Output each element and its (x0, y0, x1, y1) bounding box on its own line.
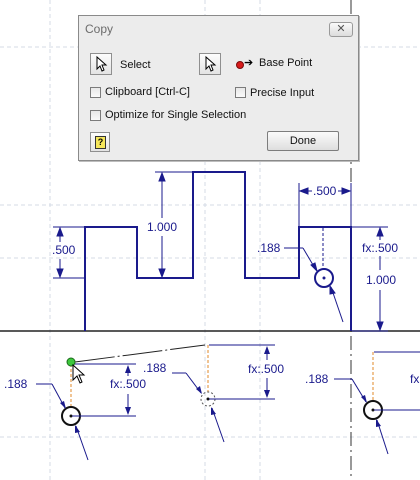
help-button[interactable]: ? (90, 132, 110, 152)
close-button[interactable]: ✕ (329, 22, 353, 37)
dim-text-fx500-lower-left[interactable]: fx:.500 (110, 377, 146, 391)
dim-text-188-upper[interactable]: .188 (257, 241, 281, 255)
base-point-arrow-icon: ➔ (244, 57, 254, 69)
dim-text-188-lower-left[interactable]: .188 (4, 377, 28, 391)
dim-text-500-left[interactable]: .500 (52, 243, 76, 257)
select-button[interactable] (90, 53, 112, 75)
help-icon: ? (95, 136, 106, 149)
preview-copy-right[interactable] (334, 351, 420, 455)
dialog-title: Copy (85, 22, 114, 36)
base-point-red-dot-icon (236, 61, 244, 69)
dim-text-188-lower-mid[interactable]: .188 (143, 361, 167, 375)
dim-text-188-lower-right[interactable]: .188 (305, 372, 329, 386)
dim-text-500-top-right[interactable]: .500 (313, 184, 337, 198)
select-label: Select (120, 59, 151, 71)
dim-text-fx-clipped[interactable]: fx (410, 372, 419, 386)
close-x-icon: ✕ (336, 23, 346, 35)
precise-input-checkbox[interactable] (235, 87, 246, 98)
clipboard-label[interactable]: Clipboard [Ctrl-C] (105, 86, 190, 98)
sketch-profile[interactable] (84, 171, 352, 331)
dim-text-fx500-right[interactable]: fx:.500 (362, 241, 398, 255)
dialog-title-bar[interactable]: Copy ✕ (79, 16, 358, 42)
hole-center-upper (322, 276, 326, 280)
precise-input-label[interactable]: Precise Input (250, 87, 314, 99)
dimension-188-upper-leader[interactable] (284, 247, 344, 323)
dim-text-1000-right[interactable]: 1.000 (366, 273, 396, 287)
dim-text-fx500-lower-mid[interactable]: fx:.500 (248, 362, 284, 376)
base-point-label: Base Point (259, 57, 313, 69)
done-button[interactable]: Done (267, 131, 339, 151)
snap-point-indicator[interactable] (66, 357, 76, 367)
optimize-label[interactable]: Optimize for Single Selection (105, 109, 246, 121)
optimize-checkbox[interactable] (90, 110, 101, 121)
dim-text-1000-mid[interactable]: 1.000 (147, 220, 177, 234)
base-point-button[interactable] (199, 53, 221, 75)
arrow-cursor-icon (72, 363, 86, 384)
select-arrow-icon (96, 55, 108, 72)
clipboard-checkbox[interactable] (90, 87, 101, 98)
select-arrow-icon-2 (205, 55, 217, 72)
copy-dialog: Copy ✕ Select ➔ Base Point Clipboard [Ct… (78, 15, 359, 161)
preview-copy-left[interactable] (36, 344, 206, 461)
